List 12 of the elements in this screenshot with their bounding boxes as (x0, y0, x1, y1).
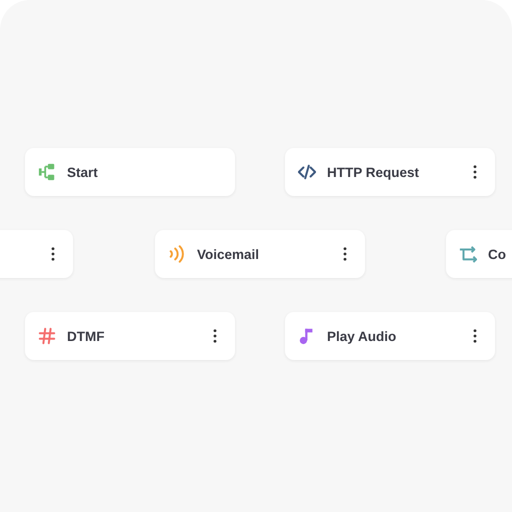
node-label: Voicemail (197, 246, 260, 262)
flow-node[interactable]: Voicemail (155, 230, 365, 278)
node-label: Start (67, 164, 99, 180)
node-label: Play Audio (327, 328, 398, 344)
flow-node[interactable]: Play Audio (285, 312, 495, 360)
node-label: HTTP Request (327, 164, 420, 180)
node-label: DTMF (67, 328, 106, 344)
flow-node[interactable]: Co (446, 230, 512, 278)
flow-node[interactable]: DTMF (25, 312, 235, 360)
flow-node[interactable]: Start (25, 148, 235, 196)
node-label: Co (488, 246, 507, 262)
flow-node[interactable]: HTTP Request (285, 148, 495, 196)
